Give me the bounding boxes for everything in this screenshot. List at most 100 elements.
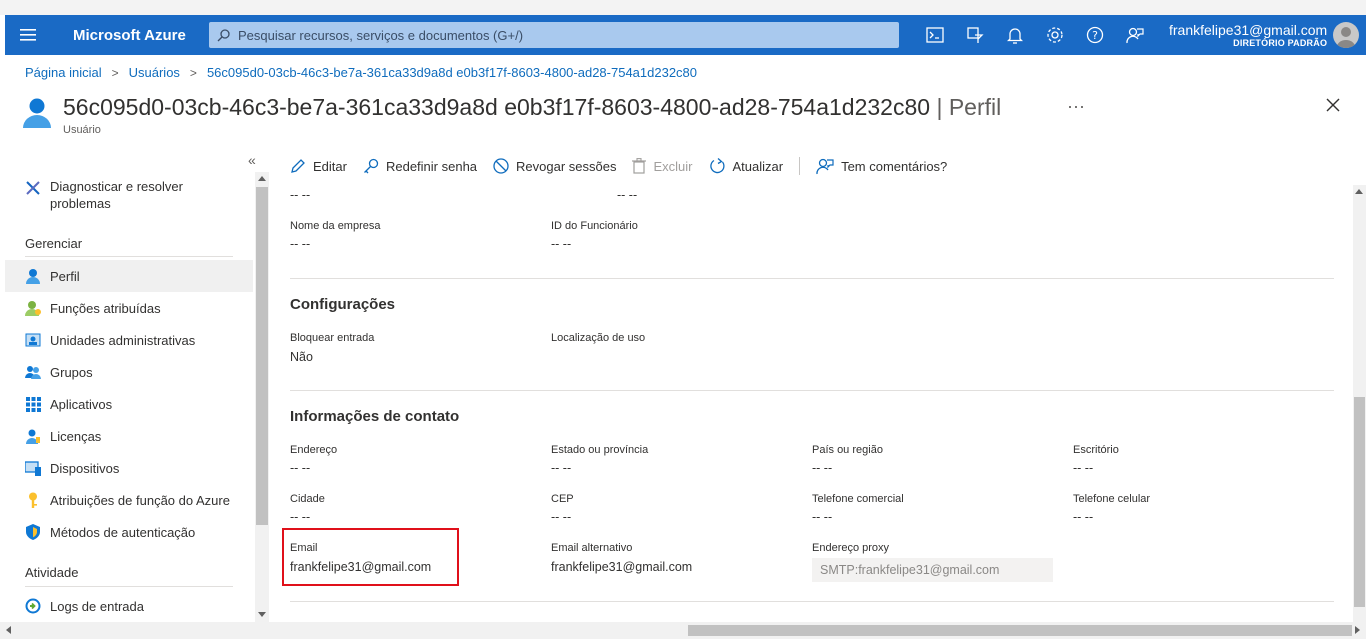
notifications-button[interactable]	[995, 15, 1035, 55]
feedback-label: Tem comentários?	[841, 158, 948, 174]
feedback-command-button[interactable]: Tem comentários?	[816, 157, 947, 175]
mobile-phone-label: Telefone celular	[1073, 493, 1151, 505]
country-label: País ou região	[812, 444, 883, 456]
refresh-label: Atualizar	[732, 158, 784, 174]
address-label: Endereço	[290, 444, 338, 456]
reset-password-button[interactable]: Redefinir senha	[363, 158, 477, 174]
apps-grid-icon	[23, 396, 43, 412]
state-label: Estado ou província	[551, 444, 649, 456]
page-subtitle: Usuário	[63, 124, 101, 136]
divider	[25, 256, 233, 257]
command-bar: Editar Redefinir senha Revogar sessões E…	[290, 152, 963, 180]
sidebar-item-groups[interactable]: Grupos	[5, 356, 253, 388]
scroll-up-arrow[interactable]	[1355, 189, 1363, 194]
admin-units-icon	[23, 332, 43, 348]
company-name-value: -- --	[290, 237, 311, 251]
user-icon	[23, 98, 51, 128]
breadcrumb-users[interactable]: Usuários	[129, 65, 180, 80]
sidebar-item-azure-role-assignments[interactable]: Atribuições de função do Azure	[5, 484, 253, 516]
hamburger-icon	[20, 29, 36, 41]
employee-id-label: ID do Funcionário	[551, 220, 638, 232]
feedback-icon	[1126, 27, 1144, 44]
breadcrumb-home[interactable]: Página inicial	[25, 65, 102, 80]
revoke-sessions-button[interactable]: Revogar sessões	[493, 158, 616, 174]
section-divider	[290, 601, 1334, 602]
global-search-input[interactable]: Pesquisar recursos, serviços e documento…	[209, 22, 899, 48]
sidebar-item-roles[interactable]: Funções atribuídas	[5, 292, 253, 324]
sidebar-item-label: Grupos	[50, 364, 93, 380]
page-title-suffix: Perfil	[948, 94, 1002, 120]
notifications-icon	[1007, 27, 1023, 44]
revoke-sessions-label: Revogar sessões	[516, 158, 617, 174]
horizontal-scrollbar[interactable]	[0, 622, 1366, 639]
sidebar-item-admin-units[interactable]: Unidades administrativas	[5, 324, 253, 356]
sidebar-item-label: Perfil	[50, 268, 80, 284]
sidebar-item-diagnose[interactable]: Diagnosticar e resolver problemas	[5, 178, 253, 212]
content-scrollbar[interactable]	[1353, 185, 1366, 622]
city-label: Cidade	[290, 493, 325, 505]
alt-email-label: Email alternativo	[551, 542, 633, 554]
page-title-separator: |	[936, 94, 943, 120]
command-separator	[799, 157, 801, 175]
mobile-phone-value: -- --	[1073, 510, 1094, 524]
scroll-left-arrow[interactable]	[6, 626, 11, 634]
sidebar-item-apps[interactable]: Aplicativos	[5, 388, 253, 420]
feedback-icon	[816, 158, 834, 175]
feedback-button[interactable]	[1115, 15, 1155, 55]
address-value: -- --	[290, 461, 311, 475]
directory-filter-button[interactable]	[955, 15, 995, 55]
avatar-person-icon	[1337, 27, 1356, 48]
settings-button[interactable]	[1035, 15, 1075, 55]
search-icon	[217, 28, 230, 41]
help-icon: ?	[1086, 26, 1104, 44]
browser-tab-strip	[0, 0, 1366, 15]
sidebar-item-label: Métodos de autenticação	[50, 524, 196, 540]
contact-section-title: Informações de contato	[290, 408, 460, 425]
sidebar-item-sign-in-logs[interactable]: Logs de entrada	[5, 590, 253, 622]
state-value: -- --	[551, 461, 572, 475]
field-value: -- --	[290, 188, 311, 202]
edit-label: Editar	[313, 158, 347, 174]
refresh-icon	[709, 157, 725, 173]
sidebar-scrollbar[interactable]	[255, 172, 269, 622]
horizontal-scroll-thumb[interactable]	[688, 625, 1352, 636]
avatar[interactable]	[1333, 22, 1360, 48]
sidebar-item-licenses[interactable]: Licenças	[5, 420, 253, 452]
portal-menu-button[interactable]	[5, 15, 51, 55]
email-highlight-box	[282, 528, 459, 586]
account-menu[interactable]: frankfelipe31@gmail.com DIRETÓRIO PADRÃO	[1169, 22, 1327, 48]
sidebar-item-label: Funções atribuídas	[50, 300, 161, 316]
office-value: -- --	[1073, 461, 1094, 475]
sidebar-scroll-thumb[interactable]	[256, 187, 268, 525]
content-scroll-thumb[interactable]	[1354, 397, 1365, 607]
close-icon[interactable]	[1326, 98, 1340, 112]
help-button[interactable]: ?	[1075, 15, 1115, 55]
refresh-button[interactable]: Atualizar	[709, 157, 784, 175]
sidebar-item-label: Diagnosticar e resolver problemas	[50, 179, 183, 211]
edit-button[interactable]: Editar	[290, 158, 347, 174]
sidebar-item-auth-methods[interactable]: Métodos de autenticação	[5, 516, 253, 548]
delete-button[interactable]: Excluir	[632, 158, 693, 174]
user-icon	[23, 268, 43, 284]
account-email: frankfelipe31@gmail.com	[1169, 21, 1328, 38]
sidebar-item-label: Aplicativos	[50, 396, 113, 412]
page-header: 56c095d0-03cb-46c3-be7a-361ca33d9a8d e0b…	[22, 92, 1352, 142]
sidebar-item-devices[interactable]: Dispositivos	[5, 452, 253, 484]
scroll-down-arrow[interactable]	[258, 612, 266, 617]
sidebar-item-profile[interactable]: Perfil	[5, 260, 253, 292]
scroll-right-arrow[interactable]	[1355, 626, 1360, 634]
proxy-address-label: Endereço proxy	[812, 542, 890, 554]
trash-icon	[632, 158, 647, 174]
key-icon	[23, 492, 43, 508]
scroll-up-arrow[interactable]	[258, 176, 266, 181]
business-phone-value: -- --	[812, 510, 833, 524]
wrench-cross-icon	[23, 180, 43, 196]
company-name-label: Nome da empresa	[290, 220, 381, 232]
city-value: -- --	[290, 510, 311, 524]
breadcrumb-user[interactable]: 56c095d0-03cb-46c3-be7a-361ca33d9a8d e0b…	[207, 65, 697, 80]
reset-password-label: Redefinir senha	[385, 158, 478, 174]
brand-link[interactable]: Microsoft Azure	[73, 27, 209, 44]
cloud-shell-button[interactable]	[915, 15, 955, 55]
more-actions-button[interactable]: ···	[1067, 96, 1085, 117]
proxy-address-field[interactable]: SMTP:frankfelipe31@gmail.com	[812, 558, 1053, 582]
